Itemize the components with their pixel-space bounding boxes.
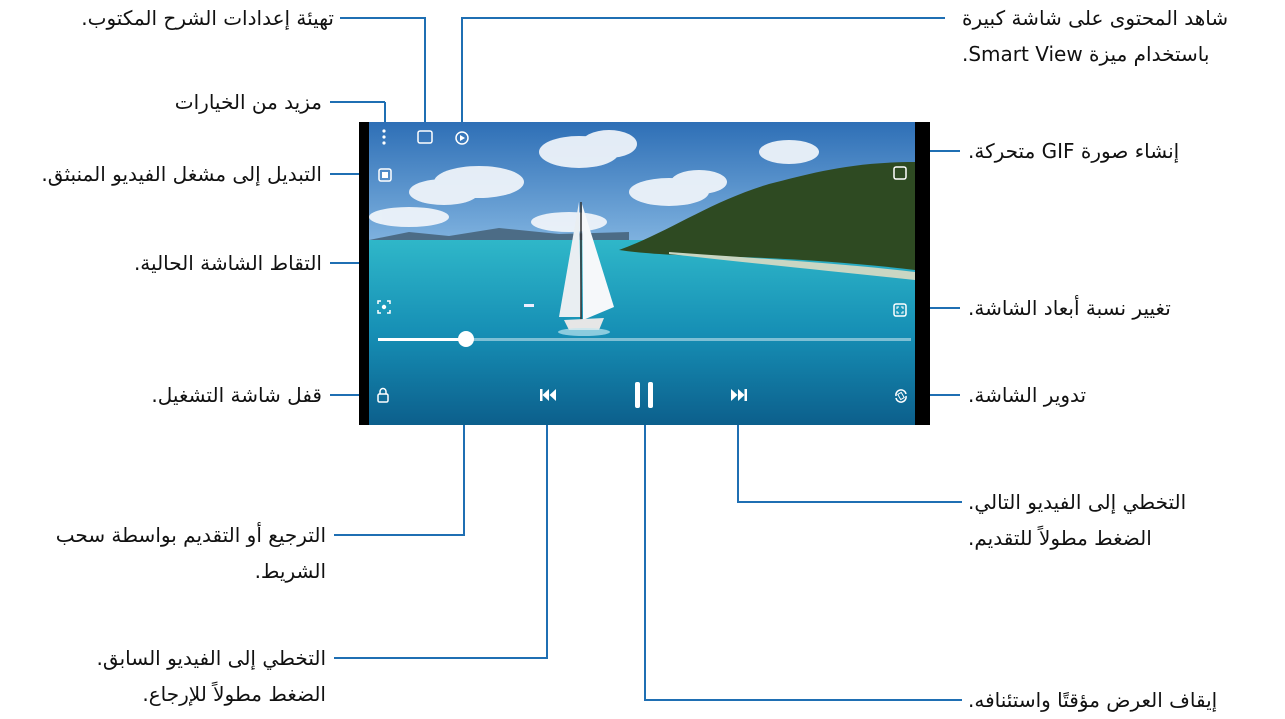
gif-icon[interactable]: [893, 166, 907, 180]
seek-bar[interactable]: [378, 331, 911, 347]
callout-capture: التقاط الشاشة الحالية.: [133, 251, 322, 275]
callout-next-line2: الضغط مطولاً للتقديم.: [968, 526, 1152, 550]
video-frame[interactable]: [369, 122, 915, 425]
smart-view-icon[interactable]: [454, 130, 470, 146]
callout-smart-view-line1: شاهد المحتوى على شاشة كبيرة: [962, 6, 1229, 30]
pause-icon[interactable]: [633, 381, 655, 409]
callout-popup-player: التبديل إلى مشغل الفيديو المنبثق.: [41, 162, 322, 186]
callout-prev-line1: التخطي إلى الفيديو السابق.: [96, 646, 326, 670]
caption-settings-icon[interactable]: [417, 130, 433, 144]
callout-aspect-ratio: تغيير نسبة أبعاد الشاشة.: [968, 296, 1171, 320]
callout-more-options: مزيد من الخيارات: [174, 90, 322, 114]
callout-next-line1: التخطي إلى الفيديو التالي.: [968, 490, 1187, 514]
callout-pause: إيقاف العرض مؤقتًا واستئنافه.: [968, 688, 1218, 712]
capture-icon[interactable]: [377, 300, 391, 314]
previous-icon[interactable]: [539, 387, 557, 403]
callout-rotate: تدوير الشاشة.: [968, 383, 1087, 407]
seek-bar-fill: [378, 338, 466, 341]
popup-player-icon[interactable]: [378, 168, 392, 182]
next-icon[interactable]: [730, 387, 748, 403]
more-vertical-icon[interactable]: [379, 128, 389, 146]
callout-seek-line1: الترجيع أو التقديم بواسطة سحب: [55, 523, 326, 547]
callout-caption-settings: تهيئة إعدادات الشرح المكتوب.: [81, 6, 334, 30]
lock-icon[interactable]: [376, 387, 390, 403]
callout-seek-line2: الشريط.: [254, 559, 326, 583]
sailboat-video-image: [369, 122, 915, 425]
callout-smart-view-line2: باستخدام ميزة Smart View.: [962, 42, 1210, 66]
callout-gif: إنشاء صورة GIF متحركة.: [968, 139, 1180, 163]
seek-bar-thumb[interactable]: [457, 331, 474, 347]
callout-lock: قفل شاشة التشغيل.: [151, 383, 322, 407]
rotate-icon[interactable]: [893, 388, 909, 404]
callout-prev-line2: الضغط مطولاً للإرجاع.: [142, 682, 326, 706]
video-player-screen: [359, 122, 930, 425]
aspect-ratio-icon[interactable]: [893, 303, 907, 317]
